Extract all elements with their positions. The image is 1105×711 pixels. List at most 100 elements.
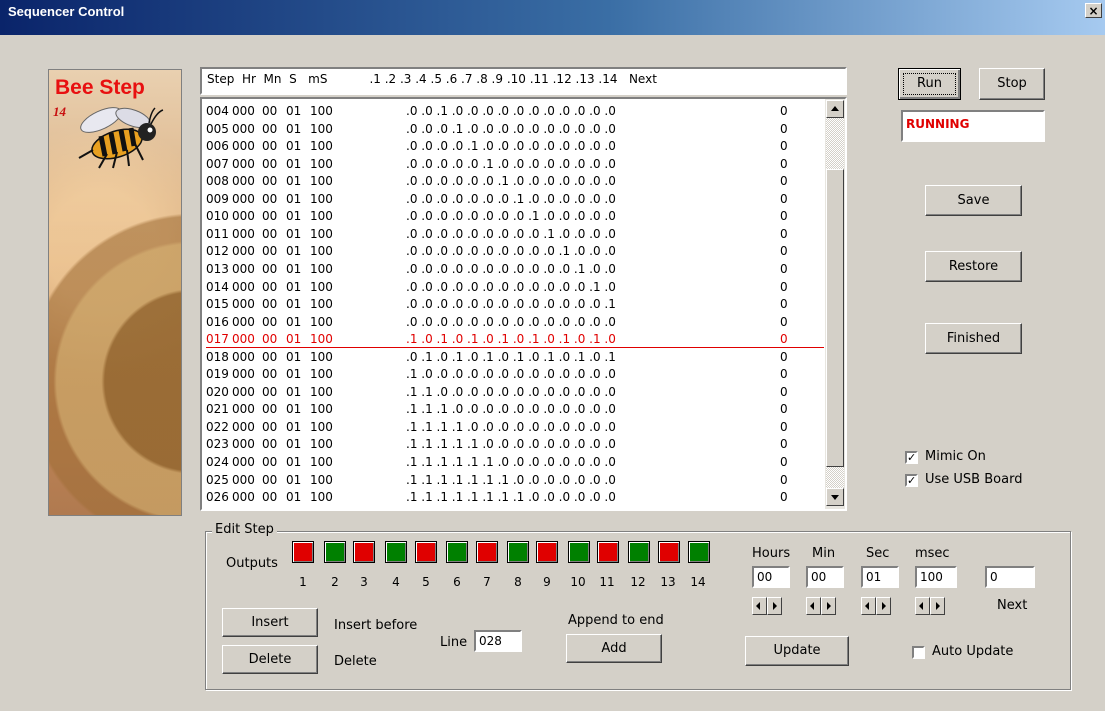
list-item[interactable]: 016 000 00 01 100.0 .0 .0 .0 .0 .0 .0 .0 .0 … — [206, 314, 824, 330]
cell-next: 0 — [780, 314, 788, 329]
min-spinner[interactable] — [806, 597, 836, 615]
next-field[interactable]: 0 — [985, 566, 1035, 588]
close-icon[interactable]: × — [1085, 3, 1102, 18]
list-item[interactable]: 007 000 00 01 100.0 .0 .0 .0 .0 .1 .0 .0 .0 … — [206, 156, 824, 172]
sec-increment[interactable] — [876, 597, 891, 615]
list-item[interactable]: 022 000 00 01 100.1 .1 .1 .1 .0 .0 .0 .0 .0 … — [206, 419, 824, 435]
sec-label: Sec — [866, 546, 890, 561]
auto-update-checkbox[interactable] — [912, 646, 925, 659]
cell-hr: 000 — [232, 244, 255, 259]
sec-spinner[interactable] — [861, 597, 891, 615]
cell-next: 0 — [780, 332, 788, 347]
output-toggle-2[interactable] — [324, 541, 346, 563]
save-button[interactable]: Save — [925, 185, 1022, 216]
list-item[interactable]: 012 000 00 01 100.0 .0 .0 .0 .0 .0 .0 .0 .0 … — [206, 243, 824, 259]
output-toggle-1[interactable] — [292, 541, 314, 563]
scroll-track-top[interactable] — [826, 118, 844, 169]
output-toggle-8[interactable] — [507, 541, 529, 563]
restore-button[interactable]: Restore — [925, 251, 1022, 282]
scroll-up-button[interactable] — [826, 100, 844, 118]
vertical-scrollbar[interactable] — [825, 99, 845, 509]
min-field[interactable]: 00 — [806, 566, 844, 588]
add-button[interactable]: Add — [566, 634, 662, 663]
scroll-track-bottom[interactable] — [826, 467, 844, 488]
cell-step: 023 — [206, 437, 229, 452]
delete-button[interactable]: Delete — [222, 645, 318, 674]
insert-button[interactable]: Insert — [222, 608, 318, 637]
cell-outs: .0 .0 .0 .0 .0 .0 .0 .0 .0 .1 .0 .0 .0 .… — [406, 226, 616, 241]
sec-field[interactable]: 01 — [861, 566, 899, 588]
cell-mn: 00 — [262, 490, 278, 505]
list-item[interactable]: 023 000 00 01 100.1 .1 .1 .1 .1 .0 .0 .0 .0 … — [206, 436, 824, 452]
run-button[interactable]: Run — [898, 68, 961, 100]
cell-mn: 00 — [262, 139, 278, 154]
cell-s: 01 — [286, 174, 302, 189]
scroll-thumb[interactable] — [826, 169, 844, 467]
cell-next: 0 — [780, 139, 788, 154]
cell-ms: 100 — [310, 244, 333, 259]
next-label: Next — [997, 598, 1028, 613]
output-toggle-12[interactable] — [628, 541, 650, 563]
hours-spinner[interactable] — [752, 597, 782, 615]
list-item[interactable]: 004 000 00 01 100.0 .0 .1 .0 .0 .0 .0 .0 .0 … — [206, 103, 824, 119]
list-item[interactable]: 011 000 00 01 100.0 .0 .0 .0 .0 .0 .0 .0 .0 … — [206, 226, 824, 242]
msec-increment[interactable] — [930, 597, 945, 615]
output-toggle-4[interactable] — [385, 541, 407, 563]
list-item[interactable]: 020 000 00 01 100.1 .1 .0 .0 .0 .0 .0 .0 .0 … — [206, 384, 824, 400]
cell-hr: 000 — [232, 104, 255, 118]
update-button[interactable]: Update — [745, 636, 849, 666]
list-item[interactable]: 005 000 00 01 100.0 .0 .0 .1 .0 .0 .0 .0 .0 … — [206, 121, 824, 137]
hours-increment[interactable] — [767, 597, 782, 615]
output-toggle-3[interactable] — [353, 541, 375, 563]
cell-next: 0 — [780, 156, 788, 171]
list-item[interactable]: 009 000 00 01 100.0 .0 .0 .0 .0 .0 .0 .1 .0 … — [206, 191, 824, 207]
output-toggle-14[interactable] — [688, 541, 710, 563]
min-decrement[interactable] — [806, 597, 821, 615]
cell-s: 01 — [286, 332, 302, 347]
edit-step-title: Edit Step — [212, 522, 277, 537]
use-usb-checkbox[interactable]: ✓ — [905, 474, 918, 487]
finished-button[interactable]: Finished — [925, 323, 1022, 354]
cell-ms: 100 — [310, 209, 333, 224]
list-item[interactable]: 006 000 00 01 100.0 .0 .0 .0 .1 .0 .0 .0 .0 … — [206, 138, 824, 154]
list-item[interactable]: 013 000 00 01 100.0 .0 .0 .0 .0 .0 .0 .0 .0 … — [206, 261, 824, 277]
min-increment[interactable] — [821, 597, 836, 615]
scroll-down-button[interactable] — [826, 488, 844, 506]
msec-spinner[interactable] — [915, 597, 945, 615]
hours-decrement[interactable] — [752, 597, 767, 615]
output-toggle-13[interactable] — [658, 541, 680, 563]
output-toggle-6[interactable] — [446, 541, 468, 563]
list-item[interactable]: 025 000 00 01 100.1 .1 .1 .1 .1 .1 .1 .0 .0 … — [206, 472, 824, 488]
arrow-right-icon — [827, 602, 831, 610]
step-list[interactable]: 004 000 00 01 100.0 .0 .1 .0 .0 .0 .0 .0 .0 … — [200, 97, 847, 511]
line-field[interactable]: 028 — [474, 630, 522, 652]
list-item[interactable]: 024 000 00 01 100.1 .1 .1 .1 .1 .1 .0 .0 .0 … — [206, 454, 824, 470]
list-item[interactable]: 014 000 00 01 100.0 .0 .0 .0 .0 .0 .0 .0 .0 … — [206, 279, 824, 295]
list-item[interactable]: 008 000 00 01 100.0 .0 .0 .0 .0 .0 .1 .0 .0 … — [206, 173, 824, 189]
msec-field[interactable]: 100 — [915, 566, 957, 588]
output-toggle-11[interactable] — [597, 541, 619, 563]
hours-field[interactable]: 00 — [752, 566, 790, 588]
list-item[interactable]: 017 000 00 01 100.1 .0 .1 .0 .1 .0 .1 .0 .1 … — [206, 331, 824, 349]
cell-s: 01 — [286, 314, 302, 329]
output-number: 7 — [483, 575, 491, 589]
list-header: Step Hr Mn S mS .1 .2 .3 .4 .5 .6 .7 .8 … — [200, 67, 847, 95]
mimic-on-checkbox[interactable]: ✓ — [905, 451, 918, 464]
list-item[interactable]: 021 000 00 01 100.1 .1 .1 .0 .0 .0 .0 .0 .0 … — [206, 401, 824, 417]
cell-step: 014 — [206, 279, 229, 294]
output-toggle-7[interactable] — [476, 541, 498, 563]
sec-decrement[interactable] — [861, 597, 876, 615]
output-number: 2 — [331, 575, 339, 589]
output-number: 5 — [422, 575, 430, 589]
list-item[interactable]: 019 000 00 01 100.1 .0 .0 .0 .0 .0 .0 .0 .0 … — [206, 366, 824, 382]
output-toggle-9[interactable] — [536, 541, 558, 563]
output-toggle-10[interactable] — [568, 541, 590, 563]
stop-button[interactable]: Stop — [979, 68, 1045, 100]
list-item[interactable]: 010 000 00 01 100.0 .0 .0 .0 .0 .0 .0 .0 .1 … — [206, 208, 824, 224]
msec-decrement[interactable] — [915, 597, 930, 615]
list-item[interactable]: 015 000 00 01 100.0 .0 .0 .0 .0 .0 .0 .0 .0 … — [206, 296, 824, 312]
cell-outs: .1 .1 .1 .1 .1 .1 .0 .0 .0 .0 .0 .0 .0 .… — [406, 455, 616, 469]
list-item[interactable]: 026 000 00 01 100.1 .1 .1 .1 .1 .1 .1 .1 .0 … — [206, 489, 824, 505]
output-toggle-5[interactable] — [415, 541, 437, 563]
list-item[interactable]: 018 000 00 01 100.0 .1 .0 .1 .0 .1 .0 .1 .0 … — [206, 349, 824, 365]
